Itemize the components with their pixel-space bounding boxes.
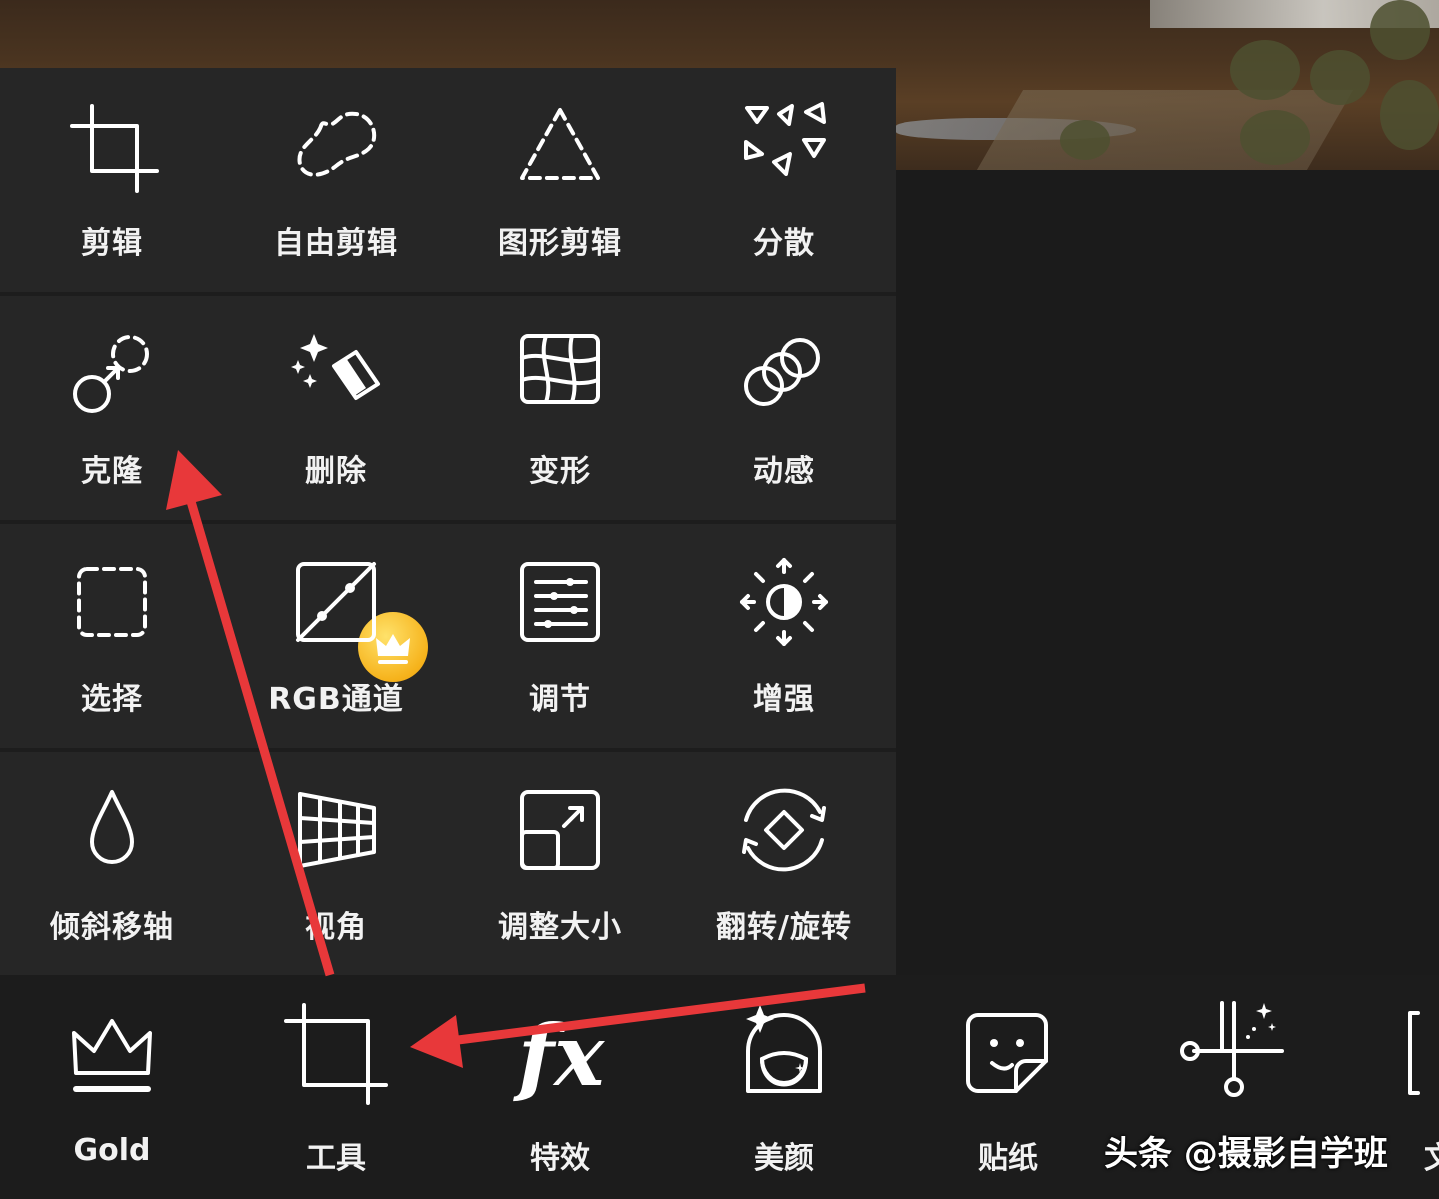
svg-text:fx: fx (513, 1006, 605, 1105)
sticker-icon (966, 1013, 1048, 1093)
selection-icon (77, 567, 147, 637)
tool-label: 克隆 (81, 454, 143, 489)
motion-circles-icon (744, 338, 820, 406)
photo-bush (1230, 40, 1300, 100)
tool-label: 选择 (81, 682, 143, 717)
tool-label: 动感 (753, 454, 815, 489)
text-frame-icon (1408, 1011, 1420, 1095)
tool-shape-crop[interactable]: 图形剪辑 (448, 68, 672, 292)
warp-grid-icon (520, 334, 600, 404)
tool-label: 倾斜移轴 (50, 910, 174, 945)
curve-icon (296, 562, 376, 642)
tool-free-crop[interactable]: 自由剪辑 (224, 68, 448, 292)
tool-motion[interactable]: 动感 (672, 296, 896, 520)
tool-adjust[interactable]: 调节 (448, 524, 672, 748)
sliders-icon (520, 562, 600, 642)
tool-label: 翻转/旋转 (716, 910, 852, 945)
tool-label: 剪辑 (81, 226, 143, 261)
tool-label: 调节 (529, 682, 591, 717)
photo-bush (1370, 0, 1430, 60)
tools-row: 克隆 删除 变形 动感 (0, 296, 896, 682)
tool-resize[interactable]: 调整大小 (448, 752, 672, 976)
fx-icon: fx (513, 1006, 605, 1105)
photo-bush (1380, 80, 1439, 150)
tool-label: RGB通道 (268, 682, 404, 717)
tool-label: 视角 (305, 910, 367, 945)
tool-remove[interactable]: 删除 (224, 296, 448, 520)
triangle-shape-icon (520, 108, 600, 180)
tool-warp[interactable]: 变形 (448, 296, 672, 520)
nav-label: 美颜 (754, 1141, 814, 1176)
tool-label: 分散 (753, 226, 815, 261)
tool-label: 变形 (529, 454, 591, 489)
tool-label: 图形剪辑 (498, 226, 622, 261)
nav-beautify[interactable]: 美颜 (672, 975, 896, 1199)
tool-tilt-shift[interactable]: 倾斜移轴 (0, 752, 224, 976)
tool-label: 删除 (305, 454, 367, 489)
nav-label: 特效 (530, 1141, 590, 1176)
nav-tools[interactable]: 工具 (224, 975, 448, 1199)
nav-label: 工具 (306, 1141, 366, 1176)
canvas-area (896, 170, 1439, 975)
tool-perspective[interactable]: 视角 (224, 752, 448, 976)
droplet-icon (90, 790, 134, 864)
nav-label: 贴纸 (978, 1141, 1038, 1176)
tool-flip-rotate[interactable]: 翻转/旋转 (672, 752, 896, 976)
crown-icon (72, 1019, 152, 1092)
disperse-triangles-icon (744, 102, 826, 176)
tool-rgb[interactable]: RGB通道 (224, 524, 448, 748)
tool-label: 调整大小 (498, 910, 622, 945)
freeform-crop-icon (297, 111, 377, 177)
face-icon (746, 1005, 822, 1093)
tool-disperse[interactable]: 分散 (672, 68, 896, 292)
resize-icon (520, 790, 600, 870)
tool-clone[interactable]: 克隆 (0, 296, 224, 520)
clone-icon (73, 335, 149, 413)
nav-stickers[interactable]: 贴纸 (896, 975, 1120, 1199)
tools-row: 倾斜移轴 视角 调整大小 翻转/旋转 (0, 752, 896, 976)
scissors-sparkle-icon (1180, 1001, 1284, 1097)
photo-bush (1310, 50, 1370, 105)
crop-icon (70, 104, 159, 193)
nav-gold[interactable]: Gold (0, 975, 224, 1199)
nav-label: Gold (73, 1133, 151, 1168)
crop-icon (284, 1003, 388, 1105)
nav-label: 文 (1424, 1133, 1439, 1177)
nav-effects[interactable]: fx 特效 (448, 975, 672, 1199)
tool-label: 增强 (753, 682, 815, 717)
tool-enhance[interactable]: 增强 (672, 524, 896, 748)
tools-panel: 剪辑 自由剪辑 图形剪辑 分散 克隆 删除 变形 动感 选择 RGB通道 调节 … (0, 68, 896, 975)
watermark: 头条 @摄影自学班 (1104, 1134, 1388, 1174)
brightness-icon (740, 558, 828, 646)
rotate-icon (742, 788, 826, 872)
photo-bush (1240, 110, 1310, 165)
eraser-sparkle-icon (291, 334, 380, 400)
tool-crop[interactable]: 剪辑 (0, 68, 224, 292)
tools-row: 选择 RGB通道 调节 增强 (0, 524, 896, 748)
photo-bush (1060, 120, 1110, 160)
perspective-grid-icon (298, 792, 376, 868)
tools-row: 剪辑 自由剪辑 图形剪辑 分散 (0, 68, 896, 292)
tool-label: 自由剪辑 (274, 226, 398, 261)
tool-select[interactable]: 选择 (0, 524, 224, 748)
